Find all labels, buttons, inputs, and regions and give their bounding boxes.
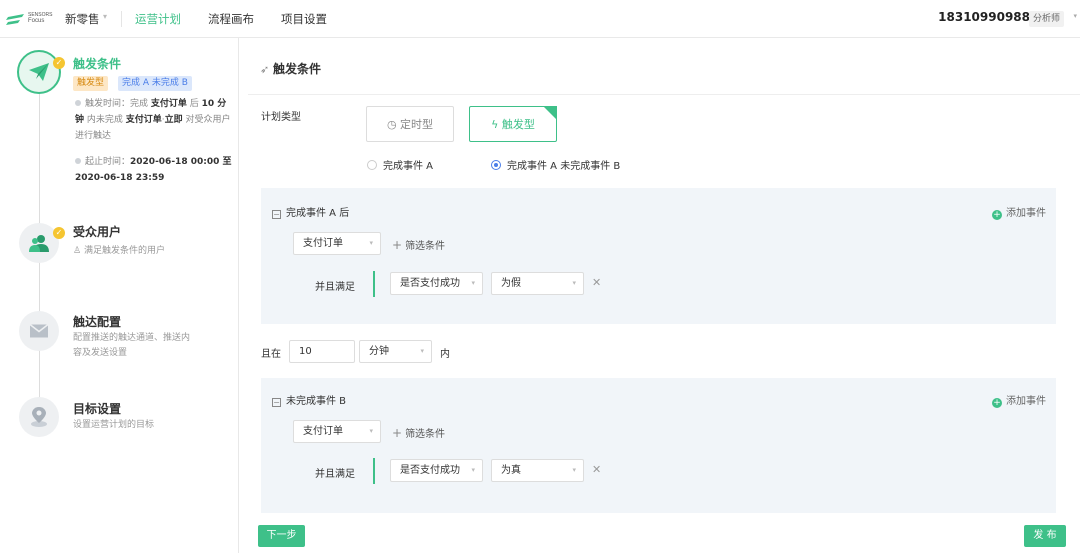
lightning-icon: ϟ: [491, 118, 502, 131]
plus-circle-icon: +: [992, 210, 1002, 220]
within-prefix: 且在: [261, 349, 281, 360]
event-select[interactable]: 支付订单 ▾: [293, 232, 381, 255]
duration-input[interactable]: 10: [289, 340, 355, 363]
add-filter-link[interactable]: + 筛选条件: [392, 425, 445, 440]
start-end-time-detail: 起止时间：2020-06-18 00:00 至 2020-06-18 23:59: [75, 157, 232, 183]
event-select[interactable]: 支付订单 ▾: [293, 420, 381, 443]
chevron-down-icon: ▾: [1073, 12, 1077, 20]
section-title: ➶ 触发条件: [260, 62, 322, 76]
publish-button[interactable]: 发 布: [1024, 525, 1066, 547]
user-icon: ♙: [73, 246, 84, 256]
main-content: ➶ 触发条件 计划类型 ◷ 定时型 ϟ 触发型 ✓ 完成事件 A 完成事件 A …: [248, 38, 1080, 553]
chevron-down-icon: ▾: [369, 239, 373, 247]
radio-event-a-not-b[interactable]: 完成事件 A 未完成事件 B: [491, 157, 620, 172]
header-divider: [248, 94, 1080, 95]
step-goal-circle[interactable]: [19, 397, 59, 437]
condition-bar: [373, 458, 375, 484]
chevron-down-icon: ▾: [572, 466, 576, 474]
add-event-button[interactable]: + 添加事件: [992, 392, 1046, 408]
within-suffix: 内: [440, 349, 450, 360]
top-navigation-bar: SENSORS Focus 新零售 ▾ 运营计划 流程画布 项目设置 18310…: [0, 0, 1080, 38]
add-event-button[interactable]: + 添加事件: [992, 204, 1046, 220]
paper-plane-icon: [29, 63, 49, 81]
step-desc-reach: 配置推送的触达通道、推送内容及发送设置: [73, 333, 191, 358]
paper-plane-icon: ➶: [260, 63, 274, 76]
chevron-down-icon: ▾: [420, 347, 424, 355]
step-trigger-circle[interactable]: [17, 50, 61, 94]
condition-bar: [373, 271, 375, 297]
and-satisfy-label: 并且满足: [315, 469, 355, 480]
type-triggered-button[interactable]: ϟ 触发型 ✓: [469, 106, 557, 142]
plus-circle-icon: +: [992, 398, 1002, 408]
envelope-icon: [30, 324, 48, 338]
step-desc-audience: ♙ 满足触发条件的用户: [73, 246, 165, 256]
steps-sidebar: ✓ 触发条件 触发型 完成 A 未完成 B 触发时间：完成 支付订单 后 10 …: [0, 38, 239, 553]
value-select[interactable]: 为真 ▾: [491, 459, 584, 482]
project-switcher[interactable]: 新零售: [65, 11, 100, 27]
and-satisfy-label: 并且满足: [315, 282, 355, 293]
bullet-icon: [75, 100, 81, 106]
tag-condition: 完成 A 未完成 B: [118, 76, 192, 91]
trigger-time-detail: 触发时间：完成 支付订单 后 10 分钟 内未完成 支付订单·立即 对受众用户进…: [75, 99, 231, 141]
users-icon: [29, 235, 49, 252]
user-phone[interactable]: 18310990988: [938, 10, 1030, 24]
clock-icon: ◷: [386, 118, 401, 131]
nav-divider: [121, 11, 122, 27]
next-step-button[interactable]: 下一步: [258, 525, 305, 547]
logo-line2: Focus: [28, 18, 45, 24]
step-title-reach[interactable]: 触达配置: [73, 313, 121, 330]
remove-condition-icon[interactable]: ✕: [592, 463, 601, 476]
check-icon: ✓: [550, 120, 556, 128]
sensors-focus-logo[interactable]: SENSORS Focus: [6, 12, 54, 28]
check-icon: ✓: [53, 57, 65, 69]
property-select[interactable]: 是否支付成功 ▾: [390, 272, 483, 295]
chevron-down-icon: ▾: [369, 427, 373, 435]
bullet-icon: [75, 158, 81, 164]
type-scheduled-button[interactable]: ◷ 定时型: [366, 106, 454, 142]
collapse-icon: −: [272, 398, 281, 407]
nav-item-flow-canvas[interactable]: 流程画布: [208, 11, 254, 27]
role-badge[interactable]: 分析师: [1028, 11, 1064, 27]
step-title-audience[interactable]: 受众用户: [73, 223, 121, 240]
panel-b-title[interactable]: − 未完成事件 B: [272, 392, 346, 407]
chevron-down-icon: ▾: [471, 466, 475, 474]
property-select[interactable]: 是否支付成功 ▾: [390, 459, 483, 482]
step-title-trigger[interactable]: 触发条件: [73, 55, 121, 72]
location-pin-icon: [31, 407, 47, 427]
value-select[interactable]: 为假 ▾: [491, 272, 584, 295]
step-title-goal[interactable]: 目标设置: [73, 400, 121, 417]
plan-type-label: 计划类型: [261, 112, 301, 123]
plus-icon: +: [392, 238, 403, 252]
chevron-down-icon: ▾: [471, 279, 475, 287]
panel-a-title[interactable]: − 完成事件 A 后: [272, 204, 349, 219]
collapse-icon: −: [272, 210, 281, 219]
tag-trigger-type: 触发型: [73, 76, 109, 91]
step-reach-circle[interactable]: [19, 311, 59, 351]
remove-condition-icon[interactable]: ✕: [592, 276, 601, 289]
plus-icon: +: [392, 426, 403, 440]
chevron-down-icon: ▾: [103, 12, 108, 21]
duration-unit-select[interactable]: 分钟 ▾: [359, 340, 432, 363]
chevron-down-icon: ▾: [572, 279, 576, 287]
radio-icon: [491, 160, 501, 170]
nav-item-project-settings[interactable]: 项目设置: [281, 11, 327, 27]
radio-icon: [367, 160, 377, 170]
nav-item-operation-plan[interactable]: 运营计划: [135, 11, 181, 27]
logo-icon: [6, 14, 24, 25]
panel-event-a: − 完成事件 A 后 + 添加事件 支付订单 ▾ + 筛选条件 并且满足 是否支付成功 ▾…: [261, 188, 1056, 324]
step-desc-goal: 设置运营计划的目标: [73, 420, 155, 430]
add-filter-link[interactable]: + 筛选条件: [392, 237, 445, 252]
panel-event-b: − 未完成事件 B + 添加事件 支付订单 ▾ + 筛选条件 并且满足 是否支付成功 ▾ …: [261, 378, 1056, 513]
radio-event-a[interactable]: 完成事件 A: [367, 157, 433, 172]
check-icon: ✓: [53, 227, 65, 239]
